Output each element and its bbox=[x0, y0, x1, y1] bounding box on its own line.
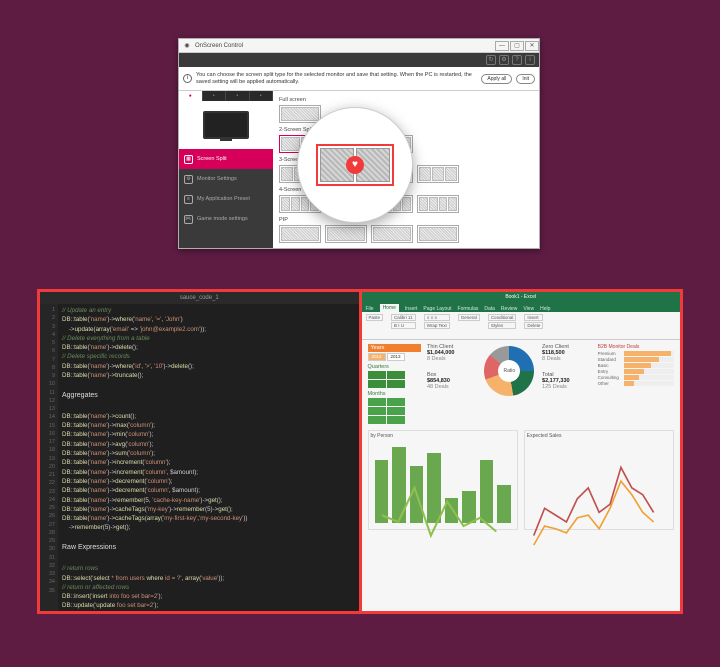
nav-monitor-settings[interactable]: ⚙ Monitor Settings bbox=[179, 169, 273, 189]
sidebar-tab-3[interactable]: • bbox=[226, 91, 250, 101]
layout-4d[interactable] bbox=[417, 195, 459, 213]
cond-format-button[interactable]: Conditional bbox=[488, 314, 517, 321]
year-2012[interactable]: 2012 bbox=[368, 353, 386, 361]
nav-label: Monitor Settings bbox=[197, 176, 237, 182]
ribbon-tab-formulas[interactable]: Formulas bbox=[458, 306, 479, 312]
b2b-bar-chart: B2B Monitor Deals PremiumStandardBasicEn… bbox=[598, 344, 674, 387]
sidebar-tab-2[interactable]: • bbox=[203, 91, 227, 101]
info-bar: i You can choose the screen split type f… bbox=[179, 67, 539, 91]
apply-all-button[interactable]: Apply all bbox=[481, 74, 512, 84]
years-label: Years bbox=[368, 344, 421, 352]
section-pip: PIP bbox=[279, 217, 533, 223]
ribbon-tabs: File Home Insert Page Layout Formulas Data Rev… bbox=[362, 302, 681, 312]
wrap-button[interactable]: Wrap Text bbox=[424, 322, 450, 329]
section-full: Full screen bbox=[279, 97, 533, 103]
ratio-donut-chart bbox=[484, 346, 534, 396]
ribbon-body: Paste Calibri 11B I U ≡ ≡ ≡Wrap Text Gen… bbox=[362, 312, 681, 340]
app-icon: ◉ bbox=[181, 40, 193, 52]
nav-screen-split[interactable]: ▦ Screen Split bbox=[179, 149, 273, 169]
line-gutter: 1234567891011121314151617181920212223242… bbox=[40, 304, 58, 611]
info-text: You can choose the screen split type for… bbox=[196, 72, 477, 85]
toolbar: ↻ ⚙ ? i bbox=[179, 53, 539, 67]
font-group[interactable]: Calibri 11 bbox=[391, 314, 416, 321]
refresh-icon[interactable]: ↻ bbox=[486, 55, 496, 65]
nav-game-mode[interactable]: 🎮 Game mode settings bbox=[179, 209, 273, 229]
by-person-chart: by Person bbox=[368, 430, 518, 530]
sidebar: ● • • • ▦ Screen Split ⚙ Monitor Setting… bbox=[179, 91, 273, 248]
help-icon[interactable]: ? bbox=[512, 55, 522, 65]
monitor-preview bbox=[179, 101, 273, 149]
gamepad-icon: 🎮 bbox=[184, 215, 193, 224]
settings-icon[interactable]: ⚙ bbox=[499, 55, 509, 65]
sidebar-tab-4[interactable]: • bbox=[250, 91, 274, 101]
gear-icon: ⚙ bbox=[184, 175, 193, 184]
layout-3d[interactable] bbox=[417, 165, 459, 183]
ribbon-tab-page layout[interactable]: Page Layout bbox=[423, 306, 451, 312]
spreadsheet-pane: Book1 - Excel FileHomeInsertPage LayoutF… bbox=[359, 292, 681, 611]
init-button[interactable]: Init bbox=[516, 74, 535, 84]
info-icon[interactable]: i bbox=[525, 55, 535, 65]
code-editor-pane: sauce_code_1 123456789101112131415161718… bbox=[40, 292, 359, 611]
year-2013[interactable]: 2013 bbox=[387, 353, 405, 361]
two-pane-split: sauce_code_1 123456789101112131415161718… bbox=[37, 289, 683, 614]
months-label: Months bbox=[368, 391, 421, 397]
ribbon-tab-review[interactable]: Review bbox=[501, 306, 517, 312]
layout-pip-c[interactable] bbox=[371, 225, 413, 243]
layout-full[interactable] bbox=[279, 105, 321, 123]
bold-button[interactable]: B I U bbox=[391, 322, 416, 329]
number-group[interactable]: General bbox=[458, 314, 480, 321]
zoom-lens: ♥ bbox=[297, 107, 413, 223]
nav-label: Screen Split bbox=[197, 156, 227, 162]
nav-app-preset[interactable]: ≡ My Application Preset bbox=[179, 189, 273, 209]
ribbon-tab-help[interactable]: Help bbox=[540, 306, 550, 312]
ribbon-tab-file[interactable]: File bbox=[366, 306, 374, 312]
editor-tab[interactable]: sauce_code_1 bbox=[40, 292, 359, 304]
excel-titlebar: Book1 - Excel bbox=[362, 292, 681, 302]
nav-label: My Application Preset bbox=[197, 196, 250, 202]
expected-sales-chart: Expected Sales bbox=[524, 430, 674, 530]
ribbon-tab-insert[interactable]: Insert bbox=[405, 306, 418, 312]
ribbon-tab-home[interactable]: Home bbox=[380, 304, 399, 312]
minimize-button[interactable]: — bbox=[495, 41, 509, 51]
cell-styles-button[interactable]: Styles bbox=[488, 322, 517, 329]
ribbon-tab-data[interactable]: Data bbox=[484, 306, 495, 312]
sheet-area[interactable]: Years 2012 2013 Quarters Months bbox=[362, 340, 681, 534]
grid-icon: ▦ bbox=[184, 155, 193, 164]
delete-button[interactable]: Delete bbox=[524, 322, 543, 329]
ribbon-tab-view[interactable]: View bbox=[523, 306, 534, 312]
info-badge-icon: i bbox=[183, 74, 192, 83]
layout-pip-d[interactable] bbox=[417, 225, 459, 243]
quarters-label: Quarters bbox=[368, 364, 421, 370]
titlebar: ◉ OnScreen Control — ▢ ✕ bbox=[179, 39, 539, 53]
maximize-button[interactable]: ▢ bbox=[510, 41, 524, 51]
align-group[interactable]: ≡ ≡ ≡ bbox=[424, 314, 450, 321]
monitor-icon bbox=[203, 111, 249, 139]
layout-pip-a[interactable] bbox=[279, 225, 321, 243]
code-area[interactable]: // Update an entry DB::table('name')->wh… bbox=[58, 304, 359, 611]
heart-icon: ♥ bbox=[346, 156, 364, 174]
preset-icon: ≡ bbox=[184, 195, 193, 204]
close-button[interactable]: ✕ bbox=[525, 41, 539, 51]
paste-button[interactable]: Paste bbox=[366, 314, 384, 321]
nav-label: Game mode settings bbox=[197, 216, 248, 222]
window-title: OnScreen Control bbox=[195, 43, 494, 49]
onscreen-control-window: ◉ OnScreen Control — ▢ ✕ ↻ ⚙ ? i i You c… bbox=[178, 38, 540, 249]
insert-button[interactable]: Insert bbox=[524, 314, 543, 321]
sidebar-tab-1[interactable]: ● bbox=[179, 91, 203, 101]
layout-pip-b[interactable] bbox=[325, 225, 367, 243]
